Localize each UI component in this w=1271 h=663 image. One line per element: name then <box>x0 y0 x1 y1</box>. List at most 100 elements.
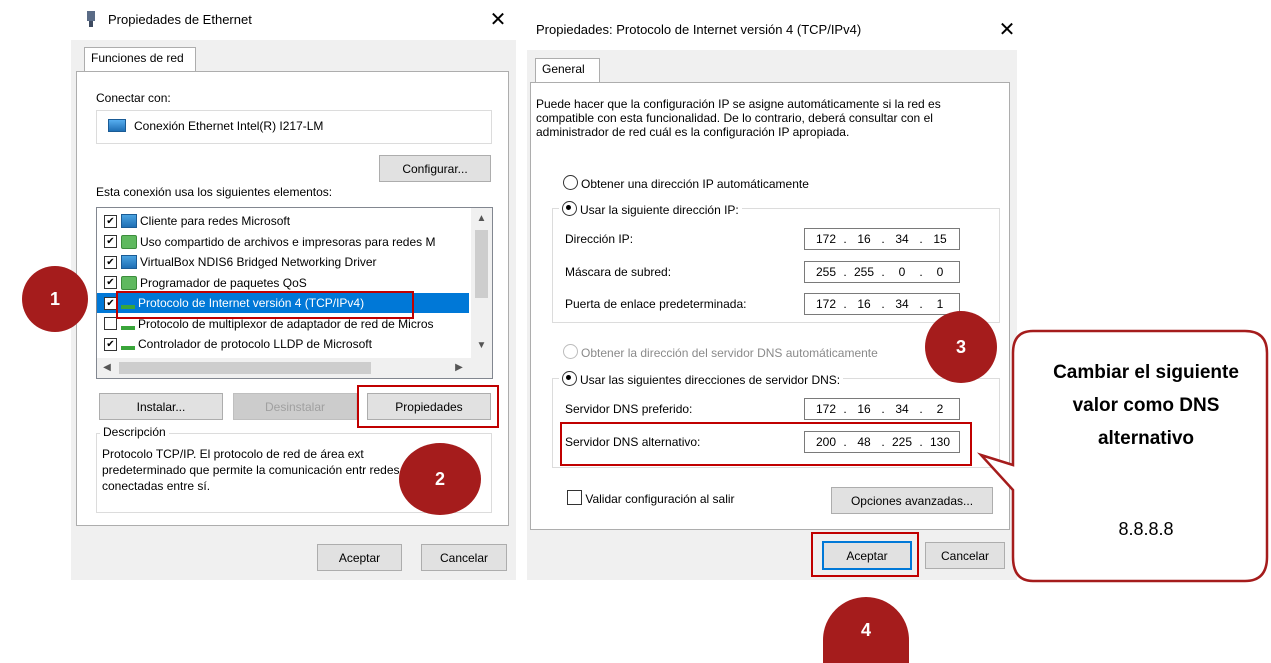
gateway-label: Puerta de enlace predeterminada: <box>565 297 747 311</box>
ip-dot: . <box>881 402 885 416</box>
list-item[interactable]: ✔ Cliente para redes Microsoft <box>97 211 469 231</box>
ip-octet[interactable]: 255 <box>849 265 879 279</box>
step-badge-2: 2 <box>399 443 481 515</box>
item-checkbox[interactable]: ✔ <box>104 276 117 289</box>
intro-text: Puede hacer que la configuración IP se a… <box>536 97 941 139</box>
validate-option[interactable]: Validar configuración al salir <box>567 490 735 506</box>
manual-dns-option[interactable]: Usar las siguientes direcciones de servi… <box>559 371 844 387</box>
ip-octet[interactable]: 2 <box>925 402 955 416</box>
ip-dot: . <box>881 232 885 246</box>
list-item[interactable]: ✔ Uso compartido de archivos e impresoras… <box>97 232 469 252</box>
item-checkbox[interactable]: ✔ <box>104 255 117 269</box>
item-checkbox[interactable]: ✔ <box>104 235 117 248</box>
list-item[interactable]: ✔ VirtualBox NDIS6 Bridged Networking Dri… <box>97 252 469 272</box>
scroll-left-icon[interactable]: ◀ <box>99 362 115 373</box>
ip-dot: . <box>843 297 847 311</box>
protocol-icon <box>121 346 135 350</box>
ip-octet[interactable]: 16 <box>849 232 879 246</box>
ip-octet[interactable]: 16 <box>849 297 879 311</box>
ip-octet[interactable]: 0 <box>887 265 917 279</box>
callout-heading: Cambiar el siguiente valor como DNS alte… <box>1053 362 1239 449</box>
auto-ip-radio[interactable] <box>563 175 578 190</box>
ip-octet[interactable]: 16 <box>849 402 879 416</box>
tab-funciones-de-red[interactable]: Funciones de red <box>84 47 196 72</box>
preferred-dns-field[interactable]: 172. 16. 34. 2 <box>804 398 960 420</box>
network-icon <box>121 214 137 228</box>
auto-ip-option[interactable]: Obtener una dirección IP automáticamente <box>563 175 809 191</box>
scroll-down-icon[interactable]: ▼ <box>471 340 492 351</box>
connect-with-label: Conectar con: <box>96 91 171 105</box>
ip-address-field[interactable]: 172. 16. 34. 15 <box>804 228 960 250</box>
ip-octet[interactable]: 172 <box>811 232 841 246</box>
share-icon <box>121 234 137 249</box>
ip-dot: . <box>919 232 923 246</box>
ethernet-network-icon <box>87 11 95 27</box>
step-badge-1: 1 <box>22 266 88 332</box>
adapter-icon <box>108 119 126 132</box>
manual-ip-label: Usar la siguiente dirección IP: <box>580 203 739 217</box>
highlight-alternate-dns <box>560 422 972 466</box>
ip-octet[interactable]: 172 <box>811 402 841 416</box>
advanced-options-button[interactable]: Opciones avanzadas... <box>831 487 993 514</box>
description-text: Protocolo TCP/IP. El protocolo de red de… <box>102 447 400 493</box>
share-icon <box>121 275 137 290</box>
ip-octet[interactable]: 255 <box>811 265 841 279</box>
subnet-mask-field[interactable]: 255. 255. 0. 0 <box>804 261 960 283</box>
adapter-name: Conexión Ethernet Intel(R) I217-LM <box>134 119 324 133</box>
manual-ip-option[interactable]: Usar la siguiente dirección IP: <box>559 201 742 217</box>
ip-dot: . <box>843 402 847 416</box>
subnet-mask-label: Máscara de subred: <box>565 265 672 279</box>
ethernet-dialog-title: Propiedades de Ethernet <box>108 12 252 27</box>
uninstall-button[interactable]: Desinstalar <box>233 393 357 420</box>
list-item-label: VirtualBox NDIS6 Bridged Networking Driv… <box>140 255 377 269</box>
ip-dot: . <box>843 232 847 246</box>
list-item[interactable]: ✔ Controlador de protocolo LLDP de Micros… <box>97 334 469 354</box>
ip-octet[interactable]: 34 <box>887 297 917 311</box>
description-legend: Descripción <box>100 425 169 439</box>
protocol-icon <box>121 325 135 330</box>
ip-dot: . <box>881 297 885 311</box>
ipv4-close-button[interactable]: ✕ <box>997 20 1017 40</box>
manual-dns-label: Usar las siguientes direcciones de servi… <box>580 373 841 387</box>
elements-label: Esta conexión usa los siguientes element… <box>96 185 333 199</box>
list-item-label: Controlador de protocolo LLDP de Microso… <box>138 337 372 351</box>
list-item-label: Cliente para redes Microsoft <box>140 214 291 228</box>
item-checkbox[interactable]: ✔ <box>104 214 117 228</box>
ip-octet[interactable]: 15 <box>925 232 955 246</box>
ip-octet[interactable]: 1 <box>925 297 955 311</box>
ethernet-ok-button[interactable]: Aceptar <box>317 544 402 571</box>
ip-dot: . <box>881 265 885 279</box>
list-item[interactable]: ✔ Programador de paquetes QoS <box>97 273 469 293</box>
ip-dot: . <box>919 402 923 416</box>
callout-value: 8.8.8.8 <box>1118 519 1174 539</box>
ip-octet[interactable]: 172 <box>811 297 841 311</box>
item-checkbox[interactable]: ✔ <box>104 337 117 351</box>
highlight-ipv4-item <box>116 291 414 319</box>
step-badge-4: 4 <box>823 597 909 663</box>
auto-dns-option[interactable]: Obtener la dirección del servidor DNS au… <box>563 344 878 360</box>
ip-dot: . <box>843 265 847 279</box>
ip-octet[interactable]: 34 <box>887 402 917 416</box>
ethernet-cancel-button[interactable]: Cancelar <box>421 544 507 571</box>
network-icon <box>121 255 137 269</box>
scroll-right-icon[interactable]: ▶ <box>451 362 467 373</box>
ethernet-close-button[interactable]: ✕ <box>488 10 508 30</box>
step-badge-3: 3 <box>925 311 997 383</box>
ip-octet[interactable]: 34 <box>887 232 917 246</box>
tab-general[interactable]: General <box>535 58 600 83</box>
scroll-up-icon[interactable]: ▲ <box>471 213 492 224</box>
highlight-properties-button <box>357 385 499 428</box>
gateway-field[interactable]: 172. 16. 34. 1 <box>804 293 960 315</box>
hscrollbar-thumb[interactable] <box>119 362 371 374</box>
install-button[interactable]: Instalar... <box>99 393 223 420</box>
ip-octet[interactable]: 0 <box>925 265 955 279</box>
validate-checkbox[interactable] <box>567 490 582 505</box>
manual-dns-radio[interactable] <box>562 371 577 386</box>
auto-dns-radio[interactable] <box>563 344 578 359</box>
auto-ip-label: Obtener una dirección IP automáticamente <box>581 177 809 191</box>
ip-dot: . <box>919 265 923 279</box>
configure-button[interactable]: Configurar... <box>379 155 491 182</box>
manual-ip-radio[interactable] <box>562 201 577 216</box>
ip-address-label: Dirección IP: <box>565 232 634 246</box>
scrollbar-thumb[interactable] <box>475 230 488 298</box>
